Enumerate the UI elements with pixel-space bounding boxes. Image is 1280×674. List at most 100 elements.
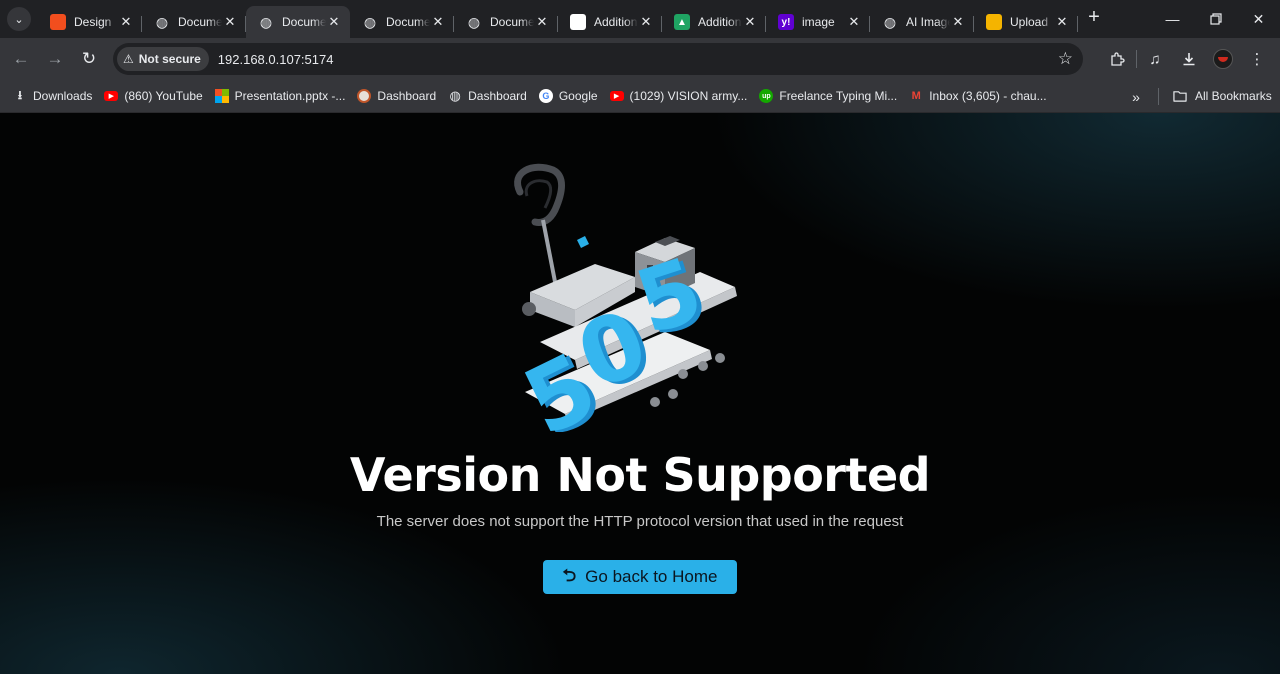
bookmark-label: (1029) VISION army... <box>629 89 748 103</box>
bookmark-list: ⭳ Downloads ▶ (860) YouTube Presentation.ppt… <box>8 83 1054 109</box>
tab-5[interactable]: Additional✕ <box>558 6 662 38</box>
address-bar[interactable]: ⚠ Not secure 192.168.0.107:5174 ☆ <box>113 43 1083 75</box>
new-tab-button[interactable]: + <box>1080 4 1108 32</box>
tab-title: Document <box>178 15 222 29</box>
restore-button[interactable] <box>1194 0 1237 38</box>
bookmarks-bar: ⭳ Downloads ▶ (860) YouTube Presentation.ppt… <box>0 80 1280 113</box>
download-icon <box>1183 53 1195 66</box>
plus-icon: + <box>1088 6 1100 28</box>
tab-list: Design✕◍Document✕◍Document✕◍Document✕◍Do… <box>38 0 1078 38</box>
pallet-jack-505-illustration: 5 5 0 0 5 5 <box>508 163 737 432</box>
tab-close-icon[interactable]: ✕ <box>430 14 446 30</box>
upload-icon <box>986 14 1002 30</box>
tab-title: image <box>802 15 835 29</box>
menu-button[interactable]: ⋮ <box>1240 42 1274 76</box>
minimize-button[interactable]: — <box>1151 0 1194 38</box>
bookmark-item[interactable]: Presentation.pptx -... <box>210 83 353 109</box>
yahoo-icon: y! <box>778 14 794 30</box>
window-controls: — ✕ <box>1151 0 1280 38</box>
folder-icon <box>1173 91 1187 102</box>
tab-close-icon[interactable]: ✕ <box>950 14 966 30</box>
security-label: Not secure <box>138 52 201 66</box>
puzzle-icon <box>1111 52 1125 66</box>
error-title: Version Not Supported <box>349 448 931 502</box>
bookmark-item[interactable]: G Google <box>534 83 605 109</box>
bookmark-item[interactable]: M Inbox (3,605) - chau... <box>904 83 1053 109</box>
gmail-icon: M <box>909 89 924 103</box>
minimize-icon: — <box>1165 11 1180 27</box>
media-controls-button[interactable]: ♫ <box>1138 42 1172 76</box>
bookmark-item[interactable]: ⭳ Downloads <box>8 83 99 109</box>
forward-button[interactable]: → <box>38 42 72 76</box>
tab-6[interactable]: ▲ Additional✕ <box>662 6 766 38</box>
bookmark-item[interactable]: ◍ Dashboard <box>443 83 534 109</box>
bookmark-item[interactable]: ▶ (860) YouTube <box>99 83 209 109</box>
playlist-icon: ♫ <box>1149 50 1161 68</box>
bookmark-item[interactable]: up Freelance Typing Mi... <box>754 83 904 109</box>
tab-close-icon[interactable]: ✕ <box>534 14 550 30</box>
tab-8[interactable]: ◍ AI Image ✕ <box>870 6 974 38</box>
tab-2[interactable]: ◍ Document✕ <box>246 6 350 38</box>
globe-icon: ◍ <box>363 13 377 30</box>
close-icon: ✕ <box>1252 10 1265 27</box>
globe-icon: ◍ <box>155 13 169 30</box>
all-bookmarks-label: All Bookmarks <box>1195 89 1272 103</box>
youtube-icon: ▶ <box>609 91 624 101</box>
bookmark-star-icon[interactable]: ☆ <box>1058 49 1073 69</box>
tab-title: Document <box>282 15 326 29</box>
go-home-button[interactable]: ⮌ Go back to Home <box>543 560 737 594</box>
back-button[interactable]: ← <box>4 42 38 76</box>
tab-search-button[interactable]: ⌄ <box>7 7 31 31</box>
tab-close-icon[interactable]: ✕ <box>638 14 654 30</box>
tab-title: AI Image <box>906 15 950 29</box>
warning-icon: ⚠ <box>123 52 134 66</box>
extensions-button[interactable] <box>1101 42 1135 76</box>
restore-icon <box>1209 13 1222 25</box>
toolbar-actions: ♫ ⋮ <box>1101 42 1274 76</box>
tab-close-icon[interactable]: ✕ <box>222 14 238 30</box>
download-icon: ⭳ <box>13 88 27 103</box>
bookmark-label: Dashboard <box>468 89 527 103</box>
tab-close-icon[interactable]: ✕ <box>118 14 134 30</box>
tab-close-icon[interactable]: ✕ <box>326 14 342 30</box>
browser-window: ⌄ Design✕◍Document✕◍Document✕◍Document✕◍… <box>0 0 1280 674</box>
globe-icon: ◍ <box>259 13 273 30</box>
tab-4[interactable]: ◍ Document✕ <box>454 6 558 38</box>
google-icon: G <box>538 89 553 103</box>
all-bookmarks-button[interactable]: All Bookmarks <box>1168 83 1279 109</box>
bookmark-item[interactable]: Dashboard <box>352 83 443 109</box>
bookmark-label: Freelance Typing Mi... <box>779 89 898 103</box>
tab-title: Design <box>74 15 112 29</box>
tab-close-icon[interactable]: ✕ <box>742 14 758 30</box>
figma-icon <box>50 14 66 30</box>
close-window-button[interactable]: ✕ <box>1237 0 1280 38</box>
globe-icon: ◍ <box>467 13 481 30</box>
upwork-icon: up <box>759 89 774 103</box>
url-text: 192.168.0.107:5174 <box>217 51 334 67</box>
bookmarks-separator <box>1158 88 1159 105</box>
bookmark-label: (860) YouTube <box>124 89 203 103</box>
chevron-down-icon: ⌄ <box>14 13 24 26</box>
tab-7[interactable]: y! image ✕ <box>766 6 870 38</box>
bookmark-label: Downloads <box>33 89 93 103</box>
tab-0[interactable]: Design ✕ <box>38 6 142 38</box>
downloads-button[interactable] <box>1172 42 1206 76</box>
double-chevron-right-icon: » <box>1132 88 1140 105</box>
globe-icon: ◍ <box>449 88 461 103</box>
security-chip[interactable]: ⚠ Not secure <box>117 47 209 71</box>
more-bookmarks-button[interactable]: » <box>1124 80 1148 113</box>
bookmark-item[interactable]: ▶ (1029) VISION army... <box>605 83 755 109</box>
tab-title: Document <box>386 15 430 29</box>
tab-3[interactable]: ◍ Document✕ <box>350 6 454 38</box>
app-icon <box>570 14 586 30</box>
arrow-left-icon: ← <box>12 49 30 68</box>
profile-button[interactable] <box>1206 42 1240 76</box>
tab-1[interactable]: ◍ Document✕ <box>142 6 246 38</box>
tab-close-icon[interactable]: ✕ <box>846 14 862 30</box>
reload-button[interactable]: ↻ <box>72 42 106 76</box>
tab-title: Document <box>490 15 534 29</box>
microsoft-icon <box>214 89 229 103</box>
tab-close-icon[interactable]: ✕ <box>1054 14 1070 30</box>
tab-9[interactable]: Upload ✕ <box>974 6 1078 38</box>
bookmark-label: Inbox (3,605) - chau... <box>929 89 1047 103</box>
